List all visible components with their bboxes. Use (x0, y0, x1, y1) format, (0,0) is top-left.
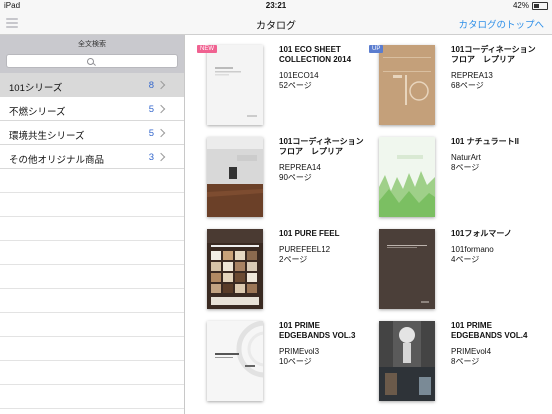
clock: 23:21 (265, 1, 287, 10)
catalog-info: 101 PURE FEEL PUREFEEL12 2ページ (279, 229, 369, 265)
catalog-title: 101フォルマーノ (451, 229, 512, 238)
sidebar-item-label: 環境共生シリーズ (9, 131, 85, 142)
catalog-top-link[interactable]: カタログのトップへ (458, 17, 544, 31)
sidebar-item-label: その他オリジナル商品 (9, 155, 105, 166)
catalog-item[interactable]: UP 101コーディネーションフロア レプリア REPREA13 68ページ (357, 35, 537, 125)
chevron-right-icon (156, 152, 166, 162)
catalog-code: PRIMEvol3 (279, 347, 320, 356)
search-label: 全文検索 (78, 41, 106, 48)
catalog-pages: 52ページ (279, 81, 312, 90)
sidebar-item-count: 5 (148, 104, 154, 115)
sidebar-item-eco-series[interactable]: 環境共生シリーズ 5 (0, 121, 184, 145)
catalog-info: 101 ECO SHEET COLLECTION 2014 101ECO14 5… (279, 45, 369, 91)
sidebar-item-label: 101シリーズ (9, 83, 63, 94)
catalog-code: REPREA13 (451, 71, 493, 80)
catalog-code: NaturArt (451, 153, 481, 162)
catalog-info: 101フォルマーノ 101formano 4ページ (451, 229, 541, 265)
sidebar-item-101-series[interactable]: 101シリーズ 8 (0, 73, 184, 97)
sidebar-item-other-original[interactable]: その他オリジナル商品 3 (0, 145, 184, 169)
catalog-cover (207, 137, 263, 217)
catalog-item[interactable]: 101 PURE FEEL PUREFEEL12 2ページ (185, 219, 365, 309)
catalog-title: 101 PURE FEEL (279, 229, 340, 238)
battery-icon (532, 1, 548, 10)
empty-row (0, 289, 184, 313)
catalog-cover (379, 137, 435, 217)
catalog-code: PRIMEvol4 (451, 347, 492, 356)
search-input[interactable] (6, 54, 178, 68)
chevron-right-icon (156, 128, 166, 138)
sidebar-item-label: 不燃シリーズ (9, 107, 66, 118)
catalog-title: 101 ナチュラートII (451, 137, 520, 146)
empty-row (0, 193, 184, 217)
updated-badge: UP (369, 45, 384, 53)
chevron-right-icon (156, 80, 166, 90)
catalog-title: 101コーディネーションフロア レプリア (279, 137, 364, 156)
empty-row (0, 169, 184, 193)
catalog-info: 101 PRIME EDGEBANDS VOL.3 PRIMEvol3 10ペー… (279, 321, 369, 367)
catalog-info: 101コーディネーションフロア レプリア REPREA13 68ページ (451, 45, 541, 91)
search-area: 全文検索 (0, 35, 184, 73)
sidebar-item-count: 5 (148, 128, 154, 139)
catalog-info: 101 PRIME EDGEBANDS VOL.4 PRIMEvol4 8ページ (451, 321, 541, 367)
sidebar-item-fire-resistant-series[interactable]: 不燃シリーズ 5 (0, 97, 184, 121)
catalog-item[interactable]: 101フォルマーノ 101formano 4ページ (357, 219, 537, 309)
catalog-code: REPREA14 (279, 163, 321, 172)
catalog-cover (207, 229, 263, 309)
catalog-cover (207, 45, 263, 125)
chevron-right-icon (156, 104, 166, 114)
empty-row (0, 217, 184, 241)
new-badge: NEW (197, 45, 217, 53)
empty-row (0, 265, 184, 289)
catalog-pages: 90ページ (279, 173, 312, 182)
catalog-code: 101ECO14 (279, 71, 319, 80)
empty-row (0, 313, 184, 337)
navigation-bar: カタログ カタログのトップへ (0, 12, 552, 35)
catalog-title: 101 ECO SHEET COLLECTION 2014 (279, 45, 352, 64)
catalog-cover (207, 321, 263, 401)
catalog-title: 101 PRIME EDGEBANDS VOL.4 (451, 321, 528, 340)
catalog-item[interactable]: 101コーディネーションフロア レプリア REPREA14 90ページ (185, 127, 365, 217)
battery-indicator: 42% (513, 1, 548, 10)
catalog-pages: 4ページ (451, 255, 480, 264)
empty-row (0, 337, 184, 361)
catalog-item[interactable]: NEW 101 ECO SHEET COLLECTION 2014 101ECO… (185, 35, 365, 125)
catalog-pages: 8ページ (451, 163, 480, 172)
catalog-info: 101コーディネーションフロア レプリア REPREA14 90ページ (279, 137, 369, 183)
status-bar: iPad 23:21 42% (0, 0, 552, 12)
search-icon (87, 58, 94, 65)
catalog-item[interactable]: 101 PRIME EDGEBANDS VOL.4 PRIMEvol4 8ページ (357, 311, 537, 401)
empty-row (0, 241, 184, 265)
catalog-cover (379, 229, 435, 309)
catalog-pages: 2ページ (279, 255, 308, 264)
battery-percent: 42% (512, 1, 529, 10)
catalog-pages: 10ページ (279, 357, 312, 366)
catalog-grid: NEW 101 ECO SHEET COLLECTION 2014 101ECO… (185, 35, 552, 414)
catalog-code: 101formano (451, 245, 494, 254)
catalog-item[interactable]: 101 PRIME EDGEBANDS VOL.3 PRIMEvol3 10ペー… (185, 311, 365, 401)
catalog-cover (379, 45, 435, 125)
catalog-title: 101 PRIME EDGEBANDS VOL.3 (279, 321, 356, 340)
catalog-code: PUREFEEL12 (279, 245, 331, 254)
catalog-cover (379, 321, 435, 401)
empty-row (0, 385, 184, 409)
catalog-item[interactable]: 101 ナチュラートII NaturArt 8ページ (357, 127, 537, 217)
catalog-title: 101コーディネーションフロア レプリア (451, 45, 536, 64)
sidebar-item-count: 8 (148, 80, 154, 91)
empty-row (0, 361, 184, 385)
sidebar-item-count: 3 (148, 152, 154, 163)
sidebar: 全文検索 101シリーズ 8 不燃シリーズ 5 環境共生シリーズ 5 その他オリ… (0, 35, 185, 414)
catalog-pages: 8ページ (451, 357, 480, 366)
catalog-pages: 68ページ (451, 81, 484, 90)
catalog-info: 101 ナチュラートII NaturArt 8ページ (451, 137, 541, 173)
